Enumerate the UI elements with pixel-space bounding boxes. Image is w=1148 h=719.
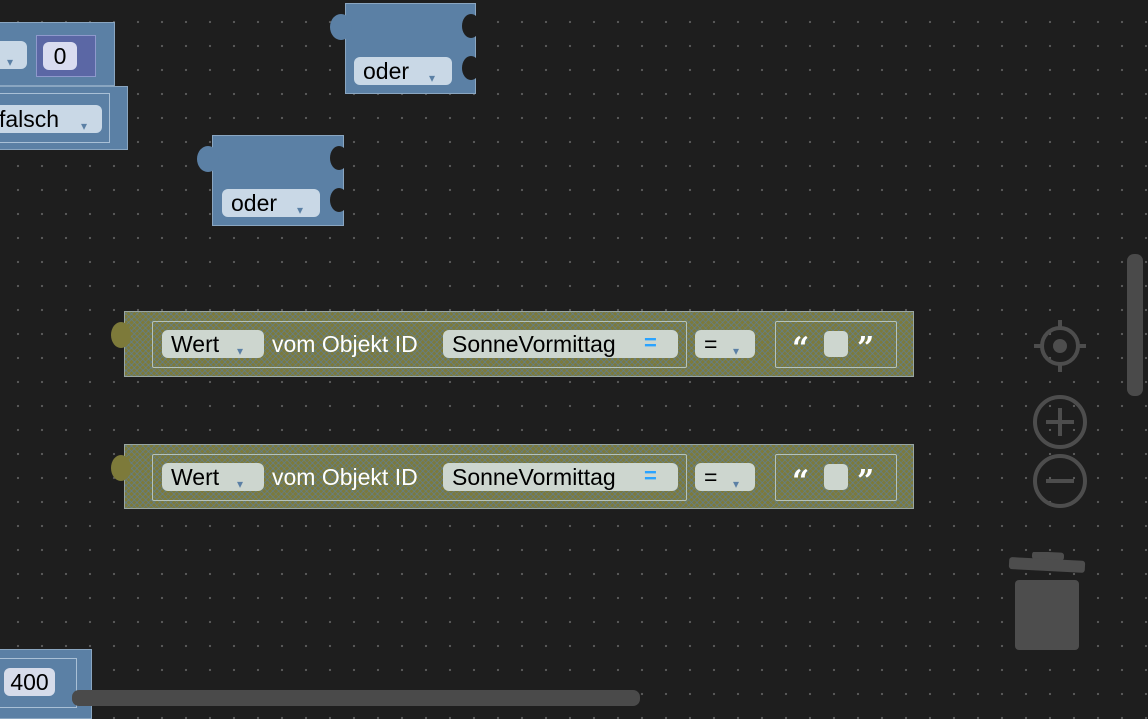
- falsch-dropdown[interactable]: falsch ▾: [0, 105, 102, 133]
- horizontal-scrollbar[interactable]: [72, 690, 640, 706]
- trash-button[interactable]: [1008, 551, 1086, 652]
- compare-number-block[interactable]: ▾ 0: [0, 22, 115, 86]
- dropdown-arrow-icon: ▾: [81, 119, 88, 133]
- number-value-400[interactable]: 400: [4, 668, 55, 696]
- object-id-label: vom Objekt ID: [272, 464, 418, 490]
- quote-close-icon: ”: [857, 464, 875, 499]
- dropdown-arrow-icon: ▾: [733, 477, 740, 491]
- zoom-out-icon: [1033, 454, 1087, 508]
- text-input[interactable]: [824, 331, 848, 357]
- object-selector-icon[interactable]: =: [644, 463, 657, 489]
- operator-label: =: [704, 331, 718, 357]
- oder-dropdown[interactable]: oder ▾: [354, 57, 452, 85]
- wert-dropdown[interactable]: Wert ▾: [162, 330, 264, 358]
- compare-block-2[interactable]: Wert ▾ vom Objekt ID SonneVormittag = = …: [111, 444, 914, 509]
- operator-dropdown-partial[interactable]: ▾: [0, 41, 27, 69]
- object-id-value: SonneVormittag: [452, 464, 616, 490]
- puzzle-notch: [330, 146, 348, 170]
- center-workspace-button[interactable]: [1032, 318, 1088, 374]
- puzzle-notch: [111, 322, 131, 348]
- oder-block-top[interactable]: oder ▾: [330, 3, 480, 94]
- number-block[interactable]: 0: [36, 35, 96, 77]
- object-id-field[interactable]: SonneVormittag =: [443, 330, 678, 358]
- trash-icon: [1008, 551, 1086, 650]
- wert-label: Wert: [171, 464, 220, 490]
- vertical-scrollbar[interactable]: [1127, 254, 1143, 396]
- dropdown-arrow-icon: ▾: [429, 71, 436, 85]
- operator-dropdown[interactable]: = ▾: [695, 463, 755, 491]
- zoom-in-button[interactable]: [1032, 394, 1088, 450]
- zoom-in-icon: [1033, 395, 1087, 449]
- number-block-400[interactable]: 400: [0, 649, 92, 719]
- puzzle-notch: [111, 455, 131, 481]
- puzzle-notch: [330, 188, 348, 212]
- zoom-out-button[interactable]: [1032, 453, 1088, 509]
- dropdown-arrow-icon: ▾: [237, 344, 244, 358]
- oder-block-mid[interactable]: oder ▾: [197, 135, 348, 226]
- operator-label: =: [704, 464, 718, 490]
- object-id-field[interactable]: SonneVormittag =: [443, 463, 678, 491]
- dropdown-arrow-icon: ▾: [237, 477, 244, 491]
- compare-block-1[interactable]: Wert ▾ vom Objekt ID SonneVormittag = = …: [111, 311, 914, 377]
- quote-open-icon: “: [792, 464, 810, 499]
- operator-dropdown[interactable]: = ▾: [695, 330, 755, 358]
- falsch-label: falsch: [0, 106, 60, 132]
- dropdown-arrow-icon: ▾: [733, 344, 740, 358]
- crosshair-icon: [1034, 320, 1086, 372]
- puzzle-notch: [197, 146, 219, 172]
- dropdown-arrow-icon: ▾: [7, 55, 14, 69]
- boolean-block[interactable]: falsch ▾: [0, 86, 128, 150]
- object-selector-icon[interactable]: =: [644, 330, 657, 356]
- oder-label: oder: [363, 58, 410, 84]
- object-id-label: vom Objekt ID: [272, 331, 418, 357]
- wert-label: Wert: [171, 331, 220, 357]
- quote-close-icon: ”: [857, 331, 875, 366]
- wert-dropdown[interactable]: Wert ▾: [162, 463, 264, 491]
- puzzle-notch: [462, 14, 480, 38]
- object-id-value: SonneVormittag: [452, 331, 616, 357]
- puzzle-notch: [330, 14, 352, 40]
- oder-dropdown[interactable]: oder ▾: [222, 189, 320, 217]
- quote-open-icon: “: [792, 331, 810, 366]
- dropdown-arrow-icon: ▾: [297, 203, 304, 217]
- text-input[interactable]: [824, 464, 848, 490]
- puzzle-notch: [462, 56, 480, 80]
- oder-label: oder: [231, 190, 278, 216]
- number-value-0[interactable]: 0: [43, 42, 77, 70]
